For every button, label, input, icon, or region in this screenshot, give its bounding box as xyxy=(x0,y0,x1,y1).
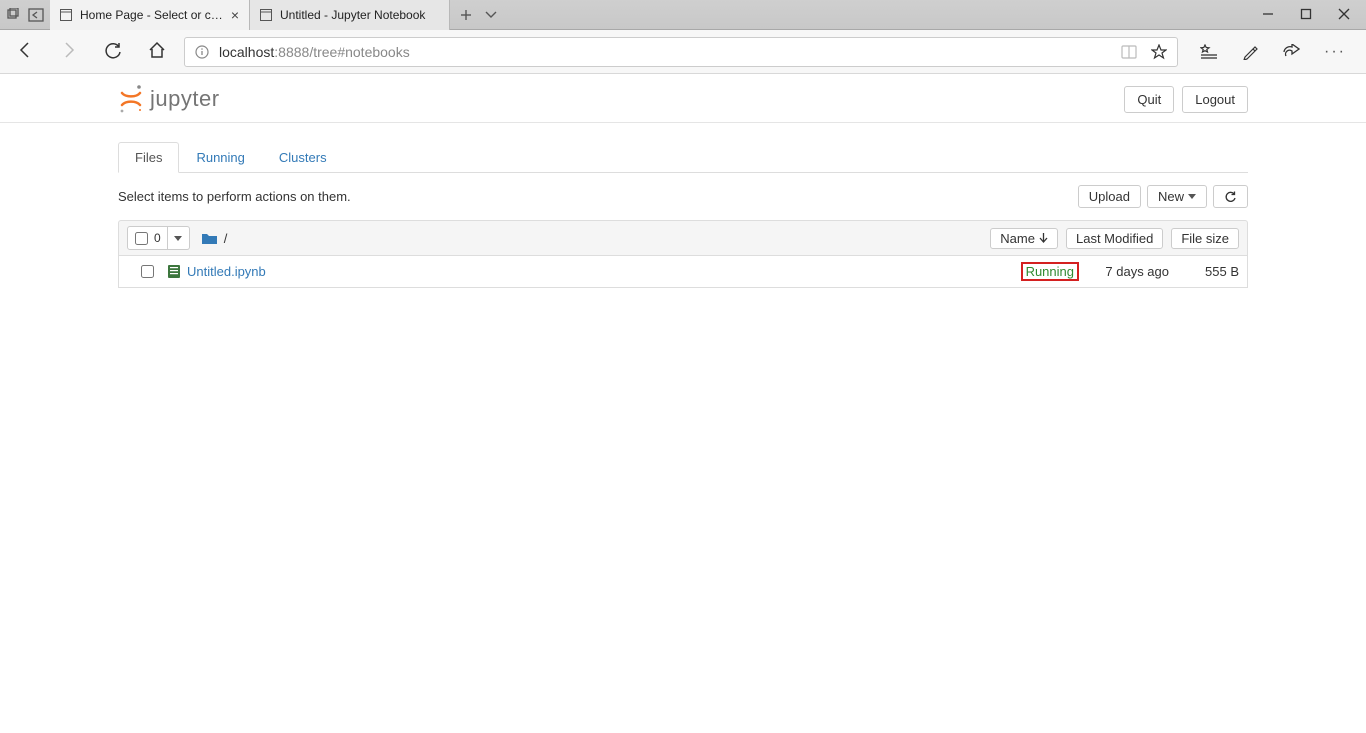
notes-icon[interactable] xyxy=(1242,44,1258,60)
browser-tab-home[interactable]: Home Page - Select or create a notebook … xyxy=(50,0,250,30)
logout-button[interactable]: Logout xyxy=(1182,86,1248,113)
favorite-star-icon[interactable] xyxy=(1151,44,1167,60)
browser-tabs: Home Page - Select or create a notebook … xyxy=(50,0,508,30)
breadcrumb-root[interactable]: / xyxy=(202,231,228,246)
jupyter-logo[interactable]: jupyter xyxy=(118,84,220,114)
address-bar[interactable]: localhost:8888/tree#notebooks xyxy=(184,37,1178,67)
tab-clusters[interactable]: Clusters xyxy=(262,142,344,173)
browser-titlebar: Home Page - Select or create a notebook … xyxy=(0,0,1366,30)
list-item: Untitled.ipynb Running 7 days ago 555 B xyxy=(118,256,1248,288)
minimize-icon[interactable] xyxy=(1262,7,1274,23)
navbar-right-icons: ··· xyxy=(1188,43,1358,61)
sort-file-size-button[interactable]: File size xyxy=(1171,228,1239,249)
new-button[interactable]: New xyxy=(1147,185,1207,208)
refresh-button[interactable] xyxy=(1213,185,1248,208)
sort-name-button[interactable]: Name xyxy=(990,228,1058,249)
chevron-down-icon[interactable] xyxy=(484,10,498,20)
select-all-box: 0 xyxy=(127,226,168,250)
home-icon[interactable] xyxy=(140,40,174,63)
select-all-dropdown[interactable] xyxy=(168,226,190,250)
folder-icon xyxy=(202,232,217,245)
refresh-icon xyxy=(1224,190,1237,203)
browser-navbar: localhost:8888/tree#notebooks ··· xyxy=(0,30,1366,74)
close-window-icon[interactable] xyxy=(1338,7,1350,23)
quit-button[interactable]: Quit xyxy=(1124,86,1174,113)
browser-tab-notebook[interactable]: Untitled - Jupyter Notebook xyxy=(250,0,450,30)
maximize-icon[interactable] xyxy=(1300,7,1312,23)
jupyter-brand-text: jupyter xyxy=(150,86,220,112)
item-checkbox[interactable] xyxy=(141,265,154,278)
selected-count: 0 xyxy=(154,231,167,245)
tab-label: Untitled - Jupyter Notebook xyxy=(280,8,439,22)
file-list-header: 0 / Name Last Modified File size xyxy=(118,220,1248,256)
new-tab-controls xyxy=(450,0,508,30)
share-icon[interactable] xyxy=(1282,44,1300,60)
close-icon[interactable]: × xyxy=(231,7,239,23)
dashboard-tabs: Files Running Clusters xyxy=(118,141,1248,173)
plus-icon[interactable] xyxy=(460,9,472,21)
jupyter-logo-icon xyxy=(118,84,144,114)
info-icon[interactable] xyxy=(195,45,209,59)
forward-icon[interactable] xyxy=(52,40,86,63)
tab-aside-icon[interactable] xyxy=(28,8,44,22)
titlebar-system-icons xyxy=(0,8,50,22)
window-controls xyxy=(1246,7,1366,23)
item-size: 555 B xyxy=(1169,264,1239,279)
more-icon[interactable]: ··· xyxy=(1324,43,1346,61)
app-restore-icon[interactable] xyxy=(6,8,20,22)
arrow-down-icon xyxy=(1039,233,1048,243)
running-badge: Running xyxy=(1021,262,1079,281)
tab-files[interactable]: Files xyxy=(118,142,179,173)
favorites-list-icon[interactable] xyxy=(1200,44,1218,60)
tab-running[interactable]: Running xyxy=(179,142,261,173)
page-icon xyxy=(60,9,72,21)
breadcrumb-slash: / xyxy=(224,231,228,246)
sort-last-modified-button[interactable]: Last Modified xyxy=(1066,228,1163,249)
back-icon[interactable] xyxy=(8,40,42,63)
select-hint: Select items to perform actions on them. xyxy=(118,189,351,204)
tab-label: Home Page - Select or create a notebook xyxy=(80,8,223,22)
url-text: localhost:8888/tree#notebooks xyxy=(219,44,1111,60)
action-row: Select items to perform actions on them.… xyxy=(118,173,1248,220)
item-name-link[interactable]: Untitled.ipynb xyxy=(187,264,266,279)
select-all-checkbox[interactable] xyxy=(135,232,148,245)
notebook-icon xyxy=(167,264,181,279)
page-icon xyxy=(260,9,272,21)
reading-view-icon[interactable] xyxy=(1121,45,1137,59)
item-date: 7 days ago xyxy=(1079,264,1169,279)
caret-down-icon xyxy=(1188,194,1196,199)
refresh-icon[interactable] xyxy=(96,40,130,63)
upload-button[interactable]: Upload xyxy=(1078,185,1141,208)
header-divider xyxy=(0,122,1366,123)
jupyter-header: jupyter Quit Logout xyxy=(118,74,1248,122)
